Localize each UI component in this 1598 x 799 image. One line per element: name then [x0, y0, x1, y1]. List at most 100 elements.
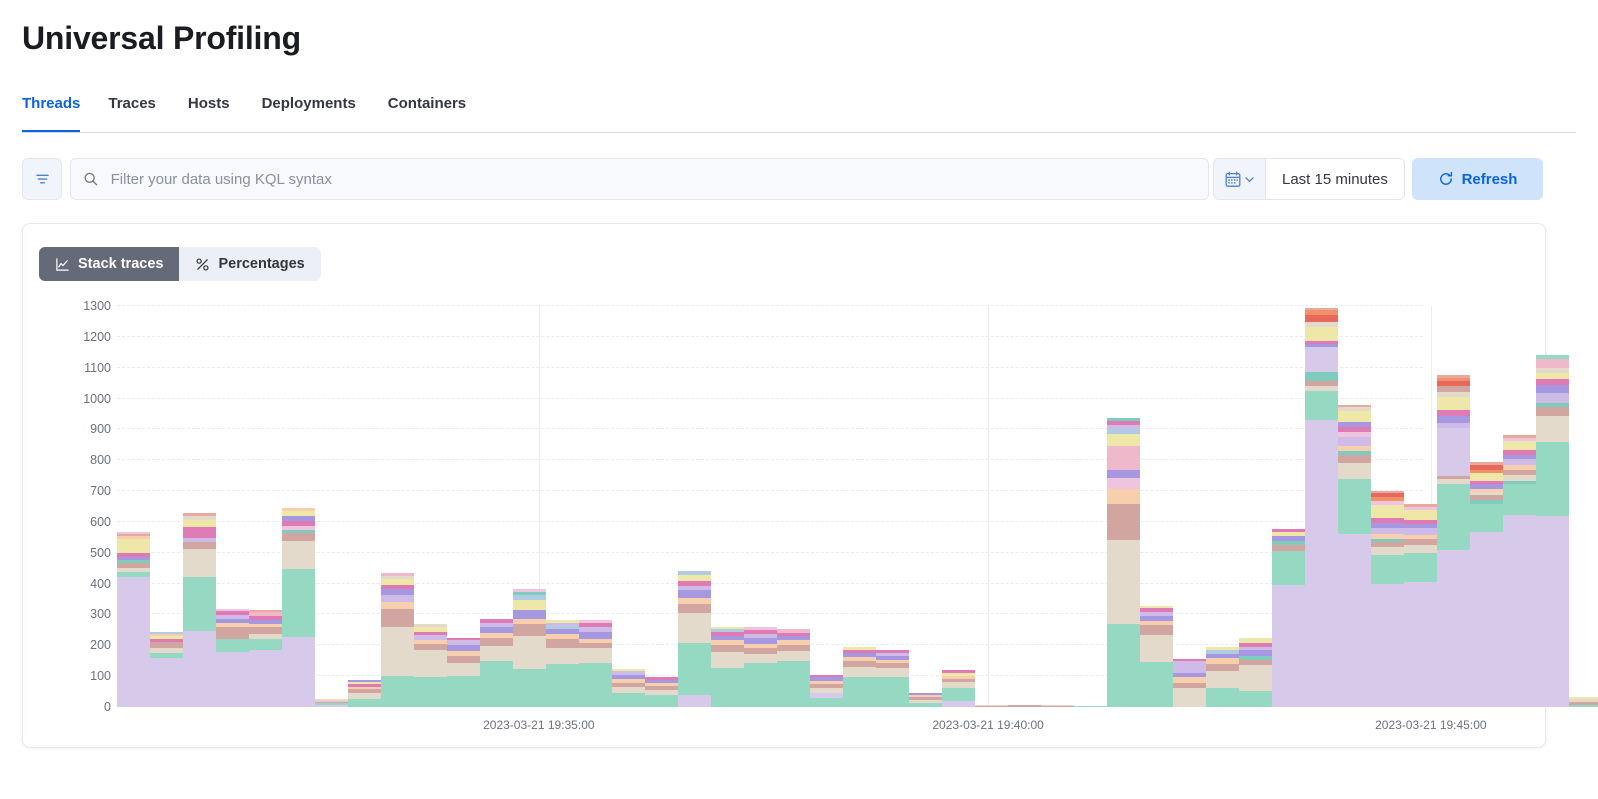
- bar[interactable]: [1371, 490, 1404, 707]
- tab-traces[interactable]: Traces: [92, 88, 172, 132]
- bar[interactable]: [1536, 355, 1569, 707]
- bar[interactable]: [183, 513, 216, 707]
- tab-threads[interactable]: Threads: [22, 88, 92, 132]
- bar[interactable]: [1305, 308, 1338, 707]
- bar-segment: [1272, 585, 1305, 707]
- toggle-stack-traces[interactable]: Stack traces: [39, 247, 179, 281]
- bar[interactable]: [150, 632, 183, 707]
- bar-segment: [579, 648, 612, 663]
- bar-segment: [381, 627, 414, 676]
- bar-segment: [1305, 327, 1338, 341]
- bar[interactable]: [645, 677, 678, 707]
- bar[interactable]: [480, 619, 513, 707]
- bar-segment: [1503, 441, 1536, 450]
- tab-containers[interactable]: Containers: [372, 88, 482, 132]
- bar[interactable]: [1437, 375, 1470, 707]
- bar[interactable]: [117, 532, 150, 707]
- refresh-button[interactable]: Refresh: [1412, 158, 1543, 200]
- bar[interactable]: [810, 675, 843, 707]
- bar-segment: [909, 703, 942, 707]
- bar[interactable]: [315, 699, 348, 707]
- y-axis-tick-label: 400: [51, 577, 111, 591]
- bar-segment: [1107, 470, 1140, 477]
- bar-segment: [1107, 504, 1140, 540]
- bar-segment: [678, 613, 711, 643]
- bar-segment: [1239, 691, 1272, 707]
- bar-segment: [216, 639, 249, 653]
- bar[interactable]: [678, 571, 711, 707]
- bar[interactable]: [1107, 418, 1140, 707]
- bar[interactable]: [843, 647, 876, 707]
- bar[interactable]: [1470, 462, 1503, 707]
- bar[interactable]: [1206, 647, 1239, 707]
- bar[interactable]: [1173, 659, 1206, 707]
- bar[interactable]: [381, 573, 414, 707]
- bar[interactable]: [282, 508, 315, 707]
- bar[interactable]: [546, 620, 579, 707]
- bar-segment: [249, 627, 282, 634]
- bar[interactable]: [513, 589, 546, 707]
- bar[interactable]: [579, 620, 612, 707]
- bar[interactable]: [1140, 606, 1173, 707]
- bar[interactable]: [414, 624, 447, 707]
- bar-segment: [1536, 385, 1569, 393]
- bar-segment: [1371, 505, 1404, 517]
- bar-segment: [1470, 504, 1503, 532]
- bar-segment: [777, 651, 810, 660]
- bar-segment: [216, 627, 249, 639]
- bar-segment: [1371, 584, 1404, 707]
- toggle-label: Stack traces: [78, 256, 163, 272]
- bar-segment: [1437, 484, 1470, 550]
- tab-deployments[interactable]: Deployments: [246, 88, 372, 132]
- bar-segment: [1338, 437, 1371, 446]
- chevron-down-icon: [1244, 174, 1255, 185]
- bar-segment: [1206, 688, 1239, 707]
- tab-hosts[interactable]: Hosts: [172, 88, 246, 132]
- bar-segment: [843, 677, 876, 707]
- bar[interactable]: [942, 670, 975, 707]
- y-axis-tick-label: 1000: [51, 392, 111, 406]
- bar[interactable]: [1569, 697, 1598, 707]
- bar-segment: [480, 646, 513, 661]
- bar[interactable]: [1272, 529, 1305, 707]
- filter-button[interactable]: [22, 158, 62, 200]
- bar[interactable]: [216, 609, 249, 707]
- bar[interactable]: [1338, 405, 1371, 707]
- bar-segment: [315, 705, 348, 707]
- bar[interactable]: [1239, 638, 1272, 707]
- bar[interactable]: [744, 627, 777, 707]
- y-axis-tick-label: 1100: [51, 361, 111, 375]
- y-gridline: [117, 336, 1423, 337]
- bar-segment: [942, 701, 975, 707]
- bar-segment: [1107, 478, 1140, 490]
- time-range-display[interactable]: Last 15 minutes: [1266, 159, 1404, 199]
- bar[interactable]: [711, 627, 744, 707]
- bar[interactable]: [612, 669, 645, 707]
- y-gridline: [117, 428, 1423, 429]
- bar[interactable]: [1074, 706, 1107, 707]
- bar-segment: [150, 642, 183, 649]
- kql-search-box[interactable]: [70, 158, 1209, 200]
- bar[interactable]: [1503, 435, 1536, 707]
- bar-segment: [1404, 510, 1437, 520]
- bar[interactable]: [1404, 504, 1437, 707]
- toggle-percentages[interactable]: Percentages: [179, 247, 320, 281]
- bar[interactable]: [1008, 705, 1041, 707]
- bar[interactable]: [777, 629, 810, 707]
- date-quick-select-button[interactable]: [1214, 159, 1266, 199]
- calendar-icon: [1225, 171, 1241, 188]
- bar[interactable]: [909, 693, 942, 707]
- bar[interactable]: [447, 638, 480, 707]
- bar[interactable]: [975, 705, 1008, 707]
- bar[interactable]: [1041, 705, 1074, 707]
- bar-segment: [1371, 555, 1404, 585]
- bar-segment: [1338, 411, 1371, 422]
- bar-segment: [1338, 463, 1371, 479]
- bar[interactable]: [876, 650, 909, 707]
- bar-segment: [1272, 551, 1305, 586]
- bar[interactable]: [249, 610, 282, 707]
- bar-segment: [183, 520, 216, 527]
- bar[interactable]: [348, 680, 381, 707]
- bar-segment: [447, 656, 480, 663]
- search-input[interactable]: [109, 170, 1196, 189]
